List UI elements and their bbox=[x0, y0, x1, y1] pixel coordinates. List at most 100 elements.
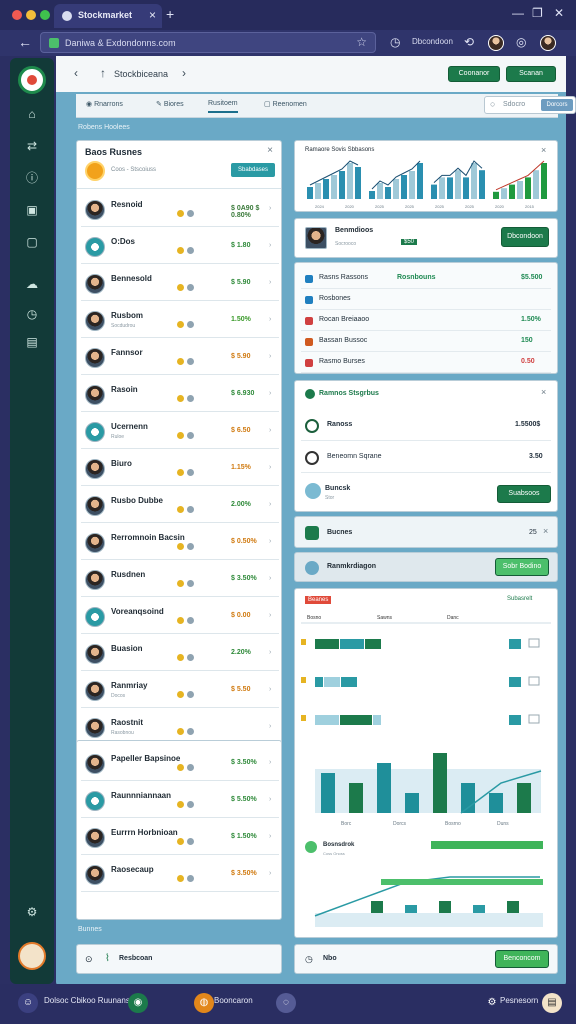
search-button[interactable]: Dorcors bbox=[541, 99, 573, 111]
app-logo[interactable] bbox=[18, 66, 46, 94]
stock-row[interactable]: Fannsor $ 5.90 › bbox=[81, 341, 279, 375]
back-arrow-icon[interactable]: ← bbox=[18, 34, 32, 50]
shuffle-icon[interactable]: ⇄ bbox=[24, 138, 40, 154]
chevron-right-icon[interactable]: › bbox=[269, 427, 271, 434]
bottom-chart-button[interactable] bbox=[431, 841, 543, 849]
close-icon[interactable]: × bbox=[541, 387, 546, 397]
stock-row[interactable]: Ranmriay Docos $ 5.50 › bbox=[81, 674, 279, 708]
history-icon[interactable]: ◷ bbox=[390, 35, 400, 49]
cloud-icon[interactable]: ☁ bbox=[24, 276, 40, 292]
chat-icon[interactable]: ◌ bbox=[276, 993, 296, 1013]
stock-row[interactable]: Rasoin $ 6.930 › bbox=[81, 378, 279, 412]
maximize-window-dot[interactable] bbox=[40, 10, 50, 20]
stock-row[interactable]: O:Dos $ 1.80 › bbox=[81, 230, 279, 264]
tab-reports[interactable]: ▢ Reenomen bbox=[264, 100, 307, 108]
chevron-right-icon[interactable]: › bbox=[269, 501, 271, 508]
tab-overview[interactable]: ◉ Rnarrons bbox=[86, 100, 123, 108]
wallet-app-icon[interactable]: ◍ bbox=[194, 993, 214, 1013]
stat-row[interactable]: Rocan Breiaaoo 1.50% bbox=[301, 311, 551, 331]
stat-row[interactable]: Rasmo Burses 0.50 bbox=[301, 353, 551, 373]
refresh-icon[interactable]: ⊙ bbox=[85, 954, 93, 965]
close-icon[interactable]: × bbox=[267, 145, 273, 156]
chevron-right-icon[interactable]: › bbox=[269, 464, 271, 471]
stock-row[interactable]: Biuro 1.15% › bbox=[81, 452, 279, 486]
portfolio-button[interactable]: Suabsoos bbox=[497, 485, 551, 503]
taskbar-app2[interactable]: Booncaron bbox=[214, 996, 253, 1005]
search-box[interactable]: ○ Sdocro Dorcors bbox=[484, 96, 576, 114]
chevron-right-icon[interactable]: › bbox=[269, 759, 271, 766]
bookmark-star-icon[interactable]: ☆ bbox=[356, 35, 367, 49]
new-tab-icon[interactable]: + bbox=[166, 6, 174, 22]
notice-button[interactable]: Sobr Bodino bbox=[495, 558, 549, 576]
chevron-right-icon[interactable]: › bbox=[269, 833, 271, 840]
minimize-icon[interactable]: — bbox=[512, 6, 524, 20]
stock-row[interactable]: Raunnniannaan $ 5.50% › bbox=[81, 784, 279, 818]
chevron-right-icon[interactable]: › bbox=[269, 279, 271, 286]
back-icon[interactable]: ‹ bbox=[74, 66, 78, 80]
stat-row[interactable]: Rosbones bbox=[301, 290, 551, 310]
chevron-right-icon[interactable]: › bbox=[269, 575, 271, 582]
close-window-dot[interactable] bbox=[12, 10, 22, 20]
stock-row[interactable]: Bennesold $ 5.90 › bbox=[81, 267, 279, 301]
chevron-right-icon[interactable]: › bbox=[269, 353, 271, 360]
sync-icon[interactable]: ⟲ bbox=[464, 35, 474, 49]
start-icon[interactable]: ☺ bbox=[18, 993, 38, 1013]
collapse-icon[interactable]: › bbox=[182, 66, 186, 80]
address-bar[interactable]: Daniwa & Exdondonns.com ☆ bbox=[40, 32, 376, 53]
chevron-right-icon[interactable]: › bbox=[269, 686, 271, 693]
clock-icon[interactable]: ◷ bbox=[24, 306, 40, 322]
account-avatar[interactable] bbox=[18, 942, 46, 970]
app-icon[interactable]: ◉ bbox=[128, 993, 148, 1013]
taskbar-app1[interactable]: Dolsoc Cbikoo Ruunans bbox=[44, 996, 130, 1005]
stock-row[interactable]: Rusdnen $ 3.50% › bbox=[81, 563, 279, 597]
document-icon[interactable]: ▢ bbox=[24, 234, 40, 250]
chevron-right-icon[interactable]: › bbox=[269, 870, 271, 877]
stock-row[interactable]: Rerromnoin Bacsin $ 0.50% › bbox=[81, 526, 279, 560]
stock-row[interactable]: Resnoid $ 0A90 $ 0.80% › bbox=[81, 193, 279, 227]
primary-button[interactable]: Coonanor bbox=[448, 66, 500, 82]
home-icon[interactable]: ⌂ bbox=[24, 106, 40, 122]
notification-icon[interactable]: ▤ bbox=[542, 993, 562, 1013]
browser-tab[interactable]: Stockmarket × bbox=[54, 4, 162, 28]
chevron-right-icon[interactable]: › bbox=[269, 649, 271, 656]
restore-icon[interactable]: ❐ bbox=[532, 6, 543, 20]
notification-icon[interactable]: ▣ bbox=[24, 202, 40, 218]
close-icon[interactable]: × bbox=[543, 526, 548, 536]
wallet-icon[interactable]: ▤ bbox=[24, 334, 40, 350]
close-icon[interactable]: ✕ bbox=[554, 6, 564, 20]
chevron-right-icon[interactable]: › bbox=[269, 723, 271, 730]
chevron-right-icon[interactable]: › bbox=[269, 316, 271, 323]
user-avatar[interactable] bbox=[488, 35, 504, 51]
stock-row[interactable]: Buasion 2.20% › bbox=[81, 637, 279, 671]
tab-stocks[interactable]: ✎ Biores bbox=[156, 100, 184, 108]
bottom-right-button[interactable]: Benconcom bbox=[495, 950, 549, 968]
stock-row[interactable]: Papeller Bapsinoe $ 3.50% › bbox=[81, 747, 279, 781]
stock-row[interactable]: Rusbo Dubbe 2.00% › bbox=[81, 489, 279, 523]
portfolio-row[interactable]: Ranoss 1.5500$ bbox=[301, 411, 551, 441]
big-chart-link[interactable]: Subasrelt bbox=[507, 596, 532, 602]
extensions-icon[interactable]: ◎ bbox=[516, 35, 526, 49]
minimize-window-dot[interactable] bbox=[26, 10, 36, 20]
stock-row[interactable]: Ucernenn Ruloe $ 6.50 › bbox=[81, 415, 279, 449]
stock-row[interactable]: Raosecaup $ 3.50% › bbox=[81, 858, 279, 892]
chevron-right-icon[interactable]: › bbox=[269, 390, 271, 397]
chevron-right-icon[interactable]: › bbox=[269, 538, 271, 545]
filter-pill[interactable]: Sbabdases bbox=[231, 163, 275, 177]
tab-close-icon[interactable]: × bbox=[149, 8, 156, 22]
profile-avatar[interactable] bbox=[540, 35, 556, 51]
chevron-right-icon[interactable]: › bbox=[269, 612, 271, 619]
secondary-button[interactable]: Scanan bbox=[506, 66, 556, 82]
profile-button[interactable]: Dbcondoon bbox=[501, 227, 549, 247]
stock-row[interactable]: Voreanqsoind $ 0.00 › bbox=[81, 600, 279, 634]
stock-row[interactable]: Eurrrn Horbnioan $ 1.50% › bbox=[81, 821, 279, 855]
settings-icon[interactable]: ⚙ bbox=[24, 904, 40, 920]
chevron-right-icon[interactable]: › bbox=[269, 205, 271, 212]
menu-icon[interactable]: ↑ bbox=[100, 66, 106, 80]
chevron-right-icon[interactable]: › bbox=[269, 242, 271, 249]
settings-icon[interactable]: ⚙ bbox=[482, 993, 502, 1013]
stat-row[interactable]: Rasns Rassons Rosnbouns $5.500 bbox=[301, 269, 551, 289]
stat-row[interactable]: Bassan Bussoc 150 bbox=[301, 332, 551, 352]
portfolio-row[interactable]: Beneomn Sqrane 3.50 bbox=[301, 443, 551, 473]
info-icon[interactable]: ⓘ bbox=[24, 170, 40, 186]
chevron-right-icon[interactable]: › bbox=[269, 796, 271, 803]
